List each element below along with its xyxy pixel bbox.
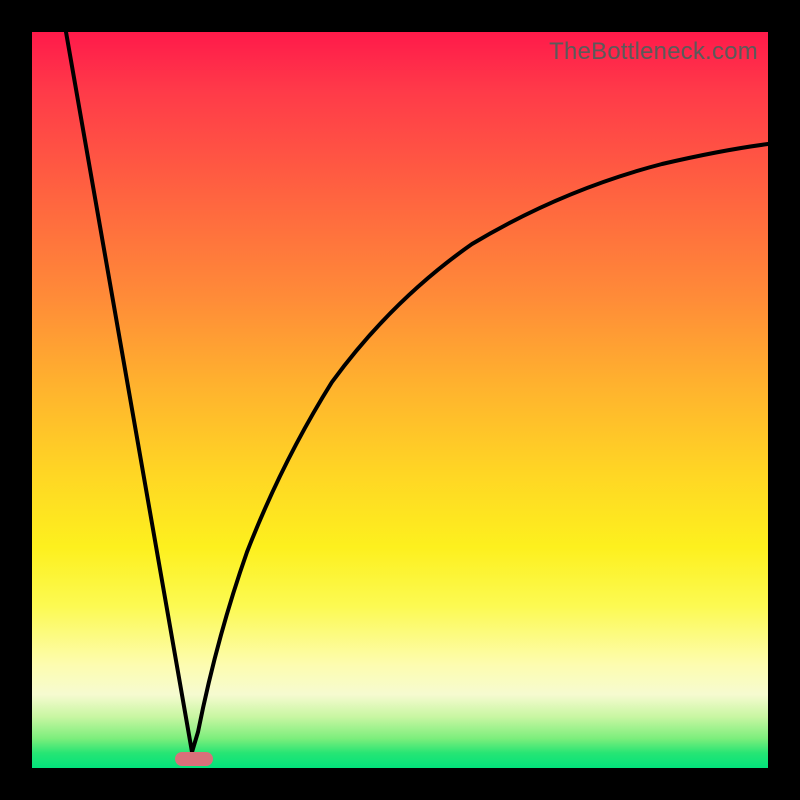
minimum-marker xyxy=(175,752,213,766)
plot-area: TheBottleneck.com xyxy=(32,32,768,768)
curve-right-segment xyxy=(192,144,768,752)
curve-left-segment xyxy=(66,32,192,752)
bottleneck-curve xyxy=(32,32,768,768)
chart-frame: TheBottleneck.com xyxy=(0,0,800,800)
